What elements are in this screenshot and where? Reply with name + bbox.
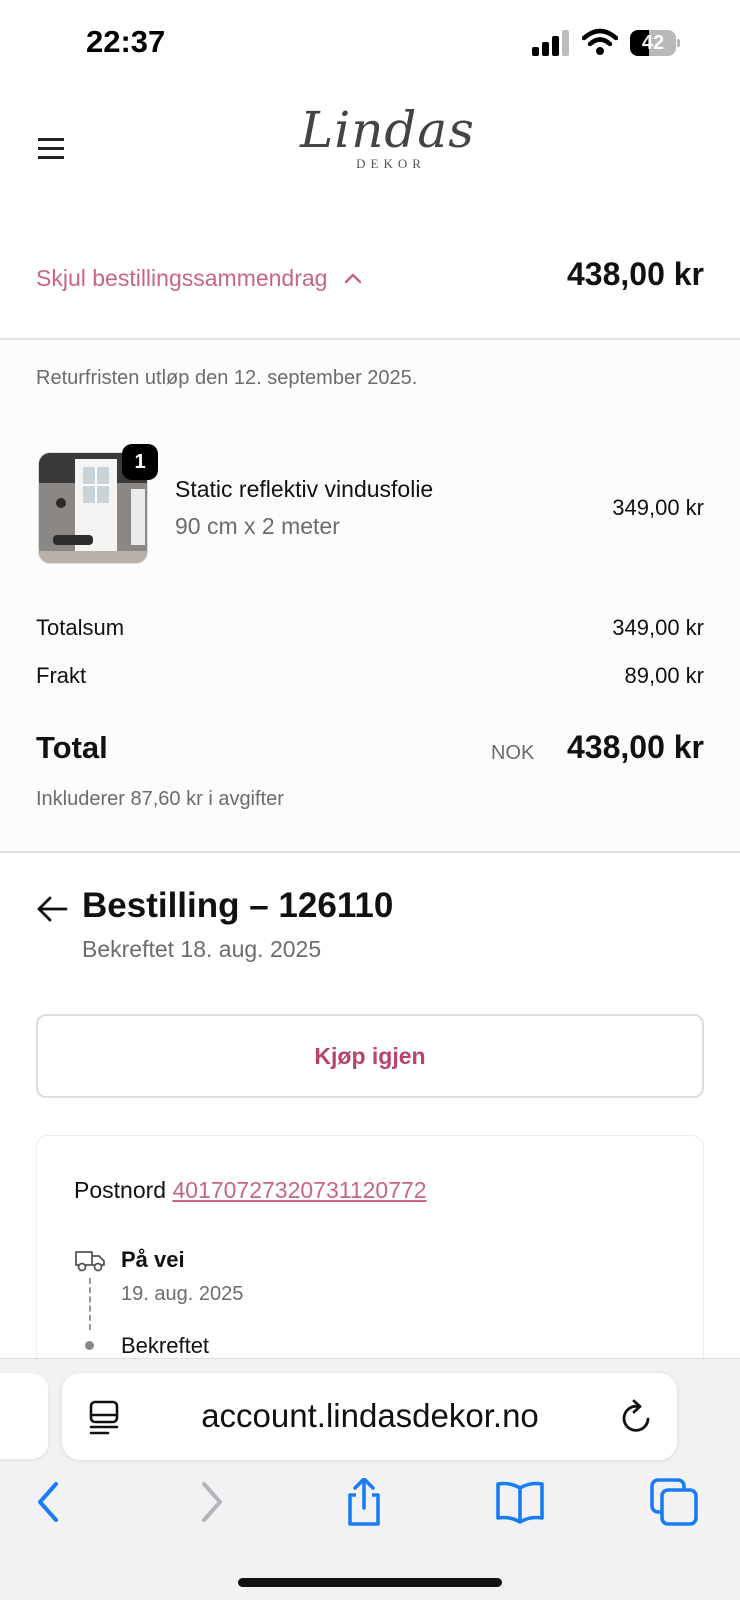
buy-again-button[interactable]: Kjøp igjen	[36, 1014, 704, 1098]
taxes-note: Inkluderer 87,60 kr i avgifter	[36, 788, 284, 810]
timeline-status-title: På vei	[121, 1247, 185, 1272]
share-icon[interactable]	[340, 1478, 388, 1526]
truck-icon	[75, 1251, 105, 1272]
battery-level: 42	[641, 32, 665, 54]
carrier-line: Postnord 40170727320731120772	[74, 1177, 427, 1204]
product-variant: 90 cm x 2 meter	[175, 513, 340, 539]
back-icon[interactable]	[26, 1478, 74, 1526]
summary-toggle-label: Skjul bestillingssammendrag	[36, 264, 328, 291]
page-menu-icon[interactable]	[88, 1398, 122, 1436]
quantity-badge: 1	[122, 444, 158, 480]
chevron-up-icon	[345, 273, 362, 284]
hamburger-menu-icon[interactable]	[38, 136, 66, 162]
bookmarks-icon[interactable]	[496, 1478, 544, 1526]
forward-icon[interactable]	[186, 1478, 234, 1526]
timeline-status-date: 19. aug. 2025	[121, 1283, 244, 1305]
status-bar: 22:37 42	[0, 0, 740, 90]
url-text[interactable]: account.lindasdekor.no	[140, 1397, 600, 1435]
carrier-name: Postnord	[74, 1177, 167, 1203]
signal-icon	[532, 30, 572, 56]
back-arrow-icon[interactable]	[36, 895, 68, 923]
previous-tab-pill[interactable]	[0, 1373, 48, 1459]
total-label: Total	[36, 730, 108, 765]
timeline-connector	[89, 1278, 91, 1330]
tracking-number-link[interactable]: 40170727320731120772	[172, 1177, 426, 1203]
order-summary-toggle[interactable]: Skjul bestillingssammendrag	[36, 258, 363, 298]
logo-script: Lindas	[300, 101, 475, 159]
status-time: 22:37	[86, 24, 166, 59]
order-confirmed-date: Bekreftet 18. aug. 2025	[82, 936, 322, 962]
wifi-icon	[582, 28, 618, 55]
reload-icon[interactable]	[618, 1398, 654, 1436]
shipping-value: 89,00 kr	[624, 663, 705, 688]
product-name: Static reflektiv vindusfolie	[175, 476, 434, 502]
subtotal-label: Totalsum	[36, 615, 125, 640]
order-title: Bestilling – 126110	[82, 886, 394, 925]
divider	[0, 851, 740, 853]
timeline-status-confirmed: Bekreftet	[121, 1333, 210, 1358]
shipping-label: Frakt	[36, 663, 87, 688]
return-note: Returfristen utløp den 12. september 202…	[36, 367, 418, 389]
store-logo[interactable]: Lindas DEKOR	[300, 100, 475, 195]
home-indicator	[238, 1578, 502, 1587]
summary-total: 438,00 kr	[566, 256, 704, 292]
tabs-icon[interactable]	[650, 1478, 698, 1526]
order-summary-panel	[0, 340, 740, 852]
total-value: 438,00 kr	[566, 729, 704, 765]
dot-icon	[85, 1341, 94, 1350]
product-price: 349,00 kr	[612, 495, 704, 520]
subtotal-value: 349,00 kr	[612, 615, 704, 640]
battery-icon: 42	[630, 30, 680, 56]
total-currency: NOK	[491, 742, 535, 764]
